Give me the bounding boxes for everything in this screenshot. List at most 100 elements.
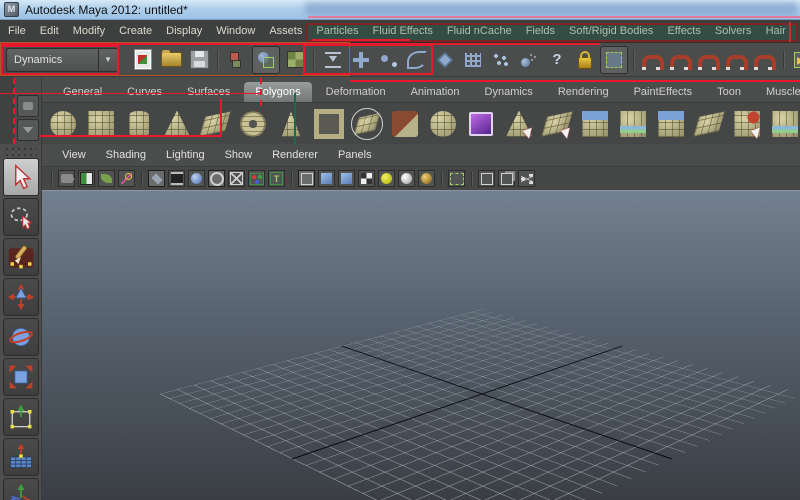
perspective-viewport[interactable] [42,190,800,500]
paint-selection-tool[interactable] [3,238,39,276]
menu-item-fluid-effects[interactable]: Fluid Effects [373,25,433,37]
panel-menu-show[interactable]: Show [225,149,253,161]
curve-tool-button[interactable] [404,47,430,73]
poly-merge-button[interactable] [730,107,764,141]
menu-item-soft-rigid-bodies[interactable]: Soft/Rigid Bodies [569,25,653,37]
poly-bridge-button[interactable] [578,107,612,141]
lattice-button[interactable] [460,47,486,73]
poly-separate-button[interactable] [692,107,726,141]
input-connections-button[interactable] [790,47,800,73]
menu-item-edit[interactable]: Edit [40,25,59,37]
snap-to-grid-button[interactable] [640,47,666,73]
text-hud-button[interactable]: T [268,170,285,187]
camera-attributes-button[interactable] [58,170,75,187]
panel-menu-panels[interactable]: Panels [338,149,372,161]
save-scene-button[interactable] [186,47,212,73]
scale-tool[interactable] [3,358,39,396]
snap-to-plane-button[interactable] [724,47,750,73]
xray-button[interactable] [478,170,495,187]
chevron-down-icon[interactable]: ▼ [98,48,117,71]
menu-item-modify[interactable]: Modify [73,25,105,37]
use-all-lights-button[interactable] [378,170,395,187]
shelf-tab[interactable]: Muscle [755,82,800,102]
shelf-tab[interactable]: Deformation [315,82,397,102]
shelf-tab[interactable]: Surfaces [176,82,241,102]
menu-item-hair[interactable]: Hair [766,25,786,37]
select-by-component-button[interactable] [282,47,308,73]
shelf-tab[interactable]: Rendering [547,82,620,102]
shelf-tab[interactable]: PaintEffects [623,82,704,102]
textured-button[interactable] [358,170,375,187]
image-plane-button[interactable] [98,170,115,187]
default-lighting-button[interactable] [398,170,415,187]
shelf-tab[interactable]: Curves [116,82,173,102]
gate-mask-button[interactable] [188,170,205,187]
poly-pyramid-button[interactable] [274,107,308,141]
poly-pipe-button[interactable] [312,107,346,141]
shaded-button[interactable] [318,170,335,187]
emitter-button[interactable] [516,47,542,73]
menu-item-particles[interactable]: Particles [316,25,358,37]
bookmarks-button[interactable] [78,170,95,187]
grid-toggle-button[interactable] [148,170,165,187]
sculpt-geometry-button[interactable] [388,107,422,141]
universal-manipulator-tool[interactable] [3,398,39,436]
select-tool[interactable] [3,158,39,196]
panel-menu-lighting[interactable]: Lighting [166,149,205,161]
safe-title-button[interactable] [248,170,265,187]
poly-plane-button[interactable] [198,107,232,141]
menu-set-dropdown[interactable]: Dynamics ▼ [6,47,118,72]
poly-mirror-button[interactable] [768,107,800,141]
soft-modification-tool[interactable] [3,438,39,476]
poly-bevel-button[interactable] [502,107,536,141]
poly-cone-button[interactable] [160,107,194,141]
smooth-sphere-button[interactable] [426,107,460,141]
safe-action-button[interactable] [228,170,245,187]
poly-torus-button[interactable] [236,107,270,141]
wireframe-button[interactable] [298,170,315,187]
panel-menu-shading[interactable]: Shading [106,149,146,161]
film-gate-button[interactable] [168,170,185,187]
shadows-button[interactable] [418,170,435,187]
panel-menu-renderer[interactable]: Renderer [272,149,318,161]
select-by-object-button[interactable] [252,45,280,74]
menu-item-assets[interactable]: Assets [269,25,302,37]
soft-body-button[interactable] [432,47,458,73]
poly-sphere-button[interactable] [46,107,80,141]
shaded-all-button[interactable] [338,170,355,187]
isolate-select-button[interactable] [448,170,465,187]
menu-item-fields[interactable]: Fields [526,25,555,37]
highlight-selection-button[interactable] [600,45,628,74]
show-manipulator-tool[interactable] [3,478,39,500]
open-scene-button[interactable] [158,47,184,73]
menu-item-solvers[interactable]: Solvers [715,25,752,37]
poly-cube-button[interactable] [84,107,118,141]
2d-pan-zoom-button[interactable] [118,170,135,187]
particle-tool-button[interactable] [348,47,374,73]
shelf-tab[interactable]: General [52,82,113,102]
shelf-tab[interactable]: Animation [400,82,471,102]
particles-button[interactable] [488,47,514,73]
menu-item-window[interactable]: Window [216,25,255,37]
xray-joints-button[interactable] [498,170,515,187]
shelf-tab[interactable]: Polygons [244,82,312,102]
menu-item-display[interactable]: Display [166,25,202,37]
poly-cube-face-button[interactable] [654,107,688,141]
snap-to-point-button[interactable] [696,47,722,73]
menu-item-fluid-ncache[interactable]: Fluid nCache [447,25,512,37]
panel-menu-view[interactable]: View [62,149,86,161]
joint-tool-button[interactable] [376,47,402,73]
subdiv-proxy-button[interactable] [464,107,498,141]
make-live-button[interactable] [752,47,778,73]
shelf-tab-menu-button[interactable] [17,95,39,117]
move-tool[interactable] [3,278,39,316]
menu-item-file[interactable]: File [8,25,26,37]
rotate-tool[interactable] [3,318,39,356]
poly-platonic-button[interactable] [350,107,384,141]
poly-cylinder-button[interactable] [122,107,156,141]
field-chart-button[interactable] [208,170,225,187]
menu-item-effects[interactable]: Effects [667,25,700,37]
exposure-button[interactable] [518,170,535,187]
shelf-menu-button[interactable] [17,119,39,141]
help-button[interactable]: ? [544,47,570,73]
